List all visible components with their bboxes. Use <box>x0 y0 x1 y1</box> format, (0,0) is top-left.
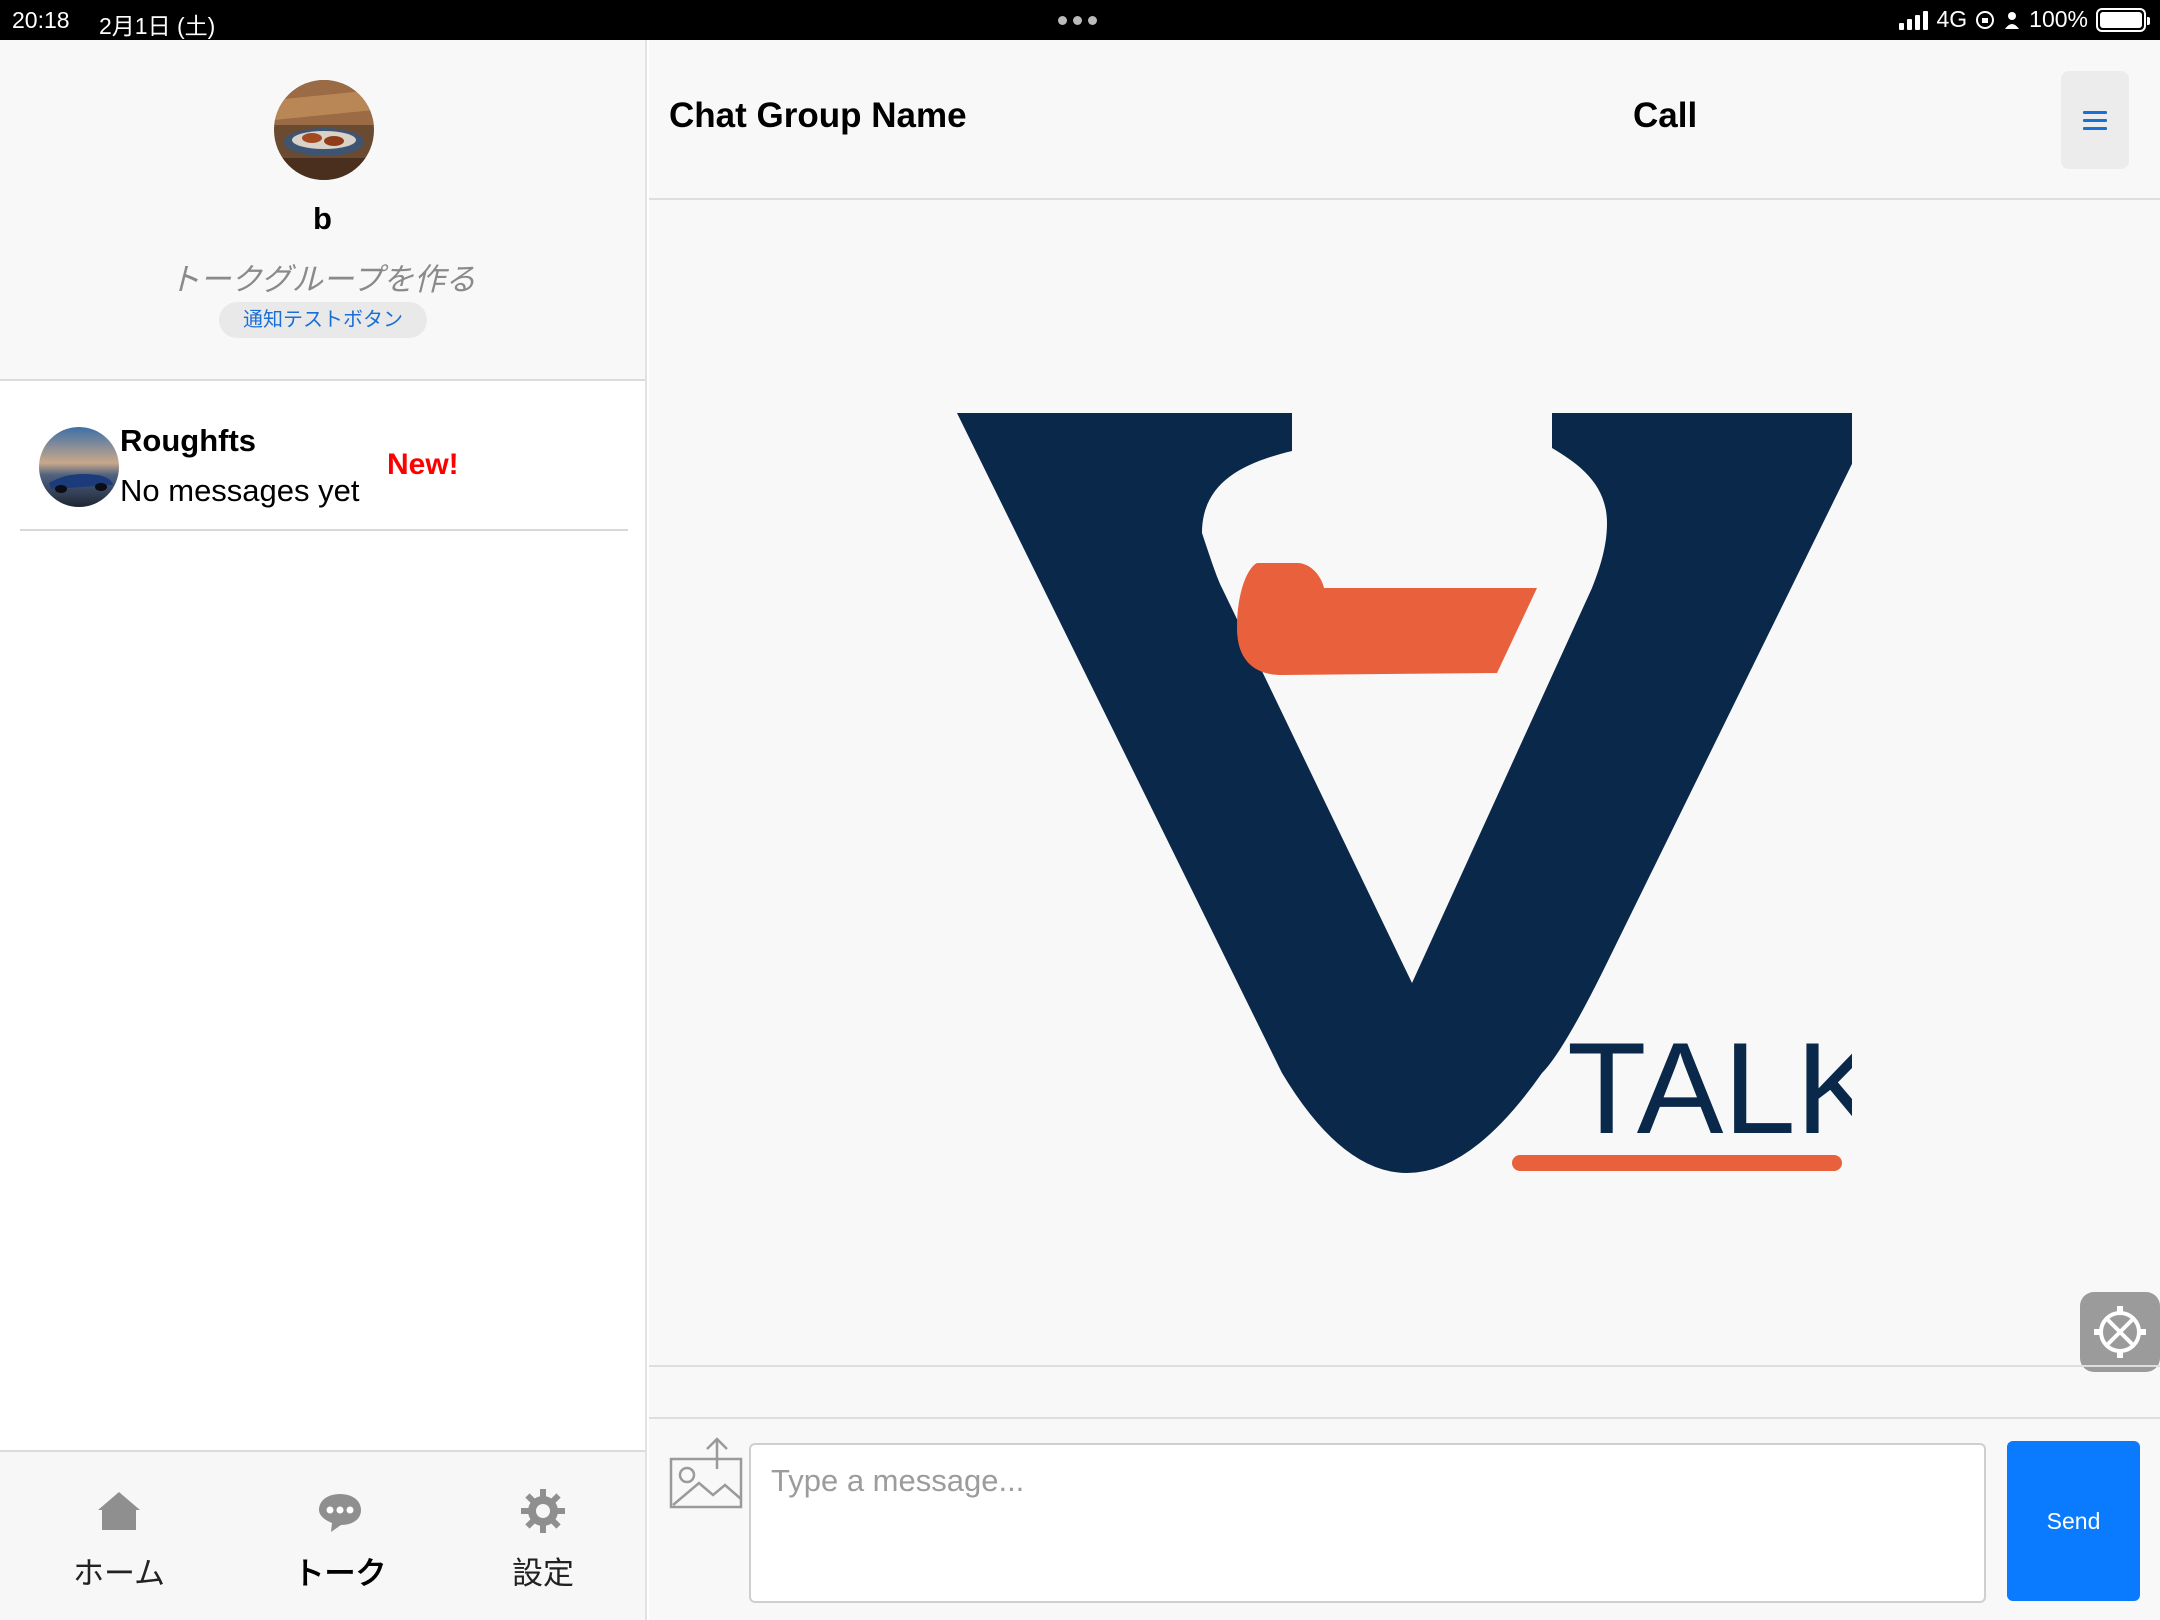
profile-panel: b トークグループを作る 通知テストボタン <box>0 40 645 381</box>
chat-group-name: Chat Group Name <box>669 96 967 135</box>
message-input[interactable] <box>749 1443 1986 1603</box>
status-date: 2月1日 (土) <box>99 13 216 39</box>
network-type: 4G <box>1936 6 1968 32</box>
create-group-link[interactable]: トークグループを作る <box>0 254 645 299</box>
home-icon <box>98 1492 140 1530</box>
image-upload-icon[interactable] <box>669 1435 745 1513</box>
tab-talk[interactable]: トーク <box>270 1452 410 1620</box>
chat-list-item[interactable]: Roughfts No messages yet New! <box>20 402 628 531</box>
menu-button[interactable] <box>2061 71 2129 169</box>
chat-header: Chat Group Name Call <box>649 40 2160 200</box>
gear-icon <box>521 1489 565 1533</box>
status-time: 20:18 <box>12 7 70 33</box>
battery-percent: 100% <box>2029 6 2088 32</box>
call-button[interactable]: Call <box>1633 96 1697 136</box>
logo-text: TALK <box>1567 1015 1852 1161</box>
chat-last-message: No messages yet <box>120 473 360 508</box>
message-composer: Send <box>649 1417 2160 1620</box>
chat-main: Chat Group Name Call TALK Type a message… <box>649 40 2160 1620</box>
tab-home-label: ホーム <box>72 1556 166 1591</box>
hamburger-menu-icon <box>2083 111 2107 135</box>
tools-gear-icon <box>2094 1306 2146 1358</box>
orientation-lock-icon <box>1976 10 1995 29</box>
send-button[interactable]: Send <box>2007 1441 2140 1601</box>
chat-avatar <box>39 427 119 507</box>
sidebar: b トークグループを作る 通知テストボタン Roughfts No messag… <box>0 40 647 1620</box>
tab-bar: ホーム トーク 設定 <box>0 1450 645 1620</box>
tools-button[interactable] <box>2080 1292 2160 1372</box>
profile-username: b <box>313 201 332 236</box>
avatar[interactable] <box>274 80 374 180</box>
signal-icon <box>1899 10 1929 30</box>
chat-bubble-icon <box>319 1494 361 1532</box>
tab-talk-label: トーク <box>293 1556 387 1591</box>
chat-name: Roughfts <box>120 423 257 458</box>
status-bar: 20:18 2月1日 (土) 4G 100% <box>0 0 2160 40</box>
new-badge: New! <box>387 448 459 481</box>
notify-test-button[interactable]: 通知テストボタン <box>219 302 427 338</box>
battery-icon <box>2096 7 2150 32</box>
vtalk-logo: TALK <box>957 413 1852 1173</box>
user-icon <box>2005 11 2020 29</box>
tab-settings[interactable]: 設定 <box>473 1452 613 1620</box>
multitasking-dots-icon[interactable] <box>1058 16 1097 25</box>
tab-settings-label: 設定 <box>512 1556 574 1591</box>
tab-home[interactable]: ホーム <box>49 1452 189 1620</box>
divider <box>649 1365 2160 1367</box>
